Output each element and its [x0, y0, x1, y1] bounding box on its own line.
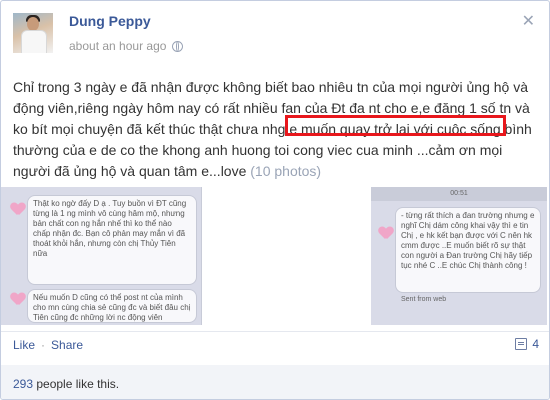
comment-count-link[interactable]: 4 — [515, 337, 539, 351]
heart-icon — [11, 293, 25, 305]
phone-status-bar: 00:51 — [371, 187, 547, 201]
message-bubble: - từng rất thích a đan trường nhưng e ng… — [395, 207, 541, 293]
globe-icon[interactable] — [172, 40, 184, 52]
message-bubble: Nếu muốn D cũng có thể post nt của mình … — [27, 289, 197, 323]
likes-summary: 293 people like this. — [13, 377, 119, 391]
close-icon[interactable]: ✕ — [522, 11, 535, 31]
photo-left[interactable]: Thật ko ngờ đấy D ạ . Tuy buồn vì ĐT cũn… — [1, 187, 202, 325]
action-separator: · — [41, 338, 46, 352]
avatar-body — [21, 30, 47, 53]
message-text: Nếu muốn D cũng có thể post nt của mình … — [33, 293, 191, 322]
author-name[interactable]: Dung Peppy — [69, 13, 151, 29]
likes-label: people like this. — [33, 377, 120, 391]
message-text: - từng rất thích a đan trường nhưng e ng… — [401, 211, 535, 270]
timestamp[interactable]: about an hour ago — [69, 39, 166, 53]
comment-icon — [515, 338, 528, 350]
avatar[interactable] — [13, 13, 53, 53]
post-meta: about an hour ago — [69, 39, 184, 53]
avatar-head — [27, 17, 39, 31]
message-text: Thật ko ngờ đấy D ạ . Tuy buồn vì ĐT cũn… — [33, 199, 187, 258]
divider — [1, 331, 549, 332]
message-bubble: Thật ko ngờ đấy D ạ . Tuy buồn vì ĐT cũn… — [27, 195, 197, 285]
heart-icon — [11, 203, 25, 215]
sent-from-label: Sent from web — [401, 296, 447, 303]
photo-right[interactable]: 00:51 - từng rất thích a đan trường nhưn… — [371, 187, 547, 325]
phone-time: 00:51 — [450, 190, 468, 197]
post-card: Dung Peppy about an hour ago ✕ Chỉ trong… — [0, 0, 550, 400]
post-actions: Like · Share — [13, 338, 83, 352]
share-button[interactable]: Share — [51, 338, 83, 352]
highlight-box — [285, 115, 506, 136]
like-button[interactable]: Like — [13, 338, 35, 352]
photo-count-link[interactable]: (10 photos) — [250, 163, 321, 179]
heart-icon — [379, 227, 393, 239]
comment-count: 4 — [532, 337, 539, 351]
likes-count-link[interactable]: 293 — [13, 377, 33, 391]
